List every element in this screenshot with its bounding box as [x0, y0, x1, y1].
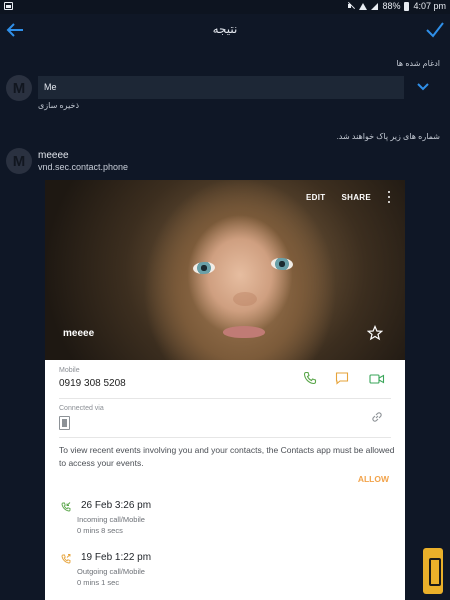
merged-section-label: ادغام شده ها — [396, 59, 440, 68]
divider — [59, 398, 391, 399]
incoming-call-icon — [61, 502, 71, 512]
status-icons: 88% 4:07 pm — [347, 1, 446, 11]
message-button[interactable] — [335, 371, 351, 385]
link-icon — [372, 412, 382, 422]
call-button[interactable] — [303, 371, 319, 385]
permission-notice: To view recent events involving you and … — [59, 445, 395, 468]
call-log-duration: 0 mins 8 secs — [77, 526, 123, 535]
phone-icon — [303, 371, 317, 385]
clock: 4:07 pm — [413, 1, 446, 11]
merged-name-field[interactable]: Me — [38, 76, 404, 99]
video-icon — [369, 374, 385, 384]
share-button[interactable]: SHARE — [341, 193, 371, 202]
avatar: M — [6, 75, 32, 101]
mute-icon — [347, 2, 355, 10]
message-icon — [335, 372, 349, 385]
edit-button[interactable]: EDIT — [306, 193, 325, 202]
call-log-time: 19 Feb 1:22 pm — [81, 552, 152, 563]
photo-actions: EDIT SHARE — [306, 191, 391, 203]
done-button[interactable] — [423, 18, 447, 42]
chevron-down-icon — [417, 83, 429, 91]
more-options-icon[interactable] — [387, 191, 391, 203]
page-title: نتیجه — [212, 22, 238, 36]
video-call-button[interactable] — [369, 372, 385, 386]
mobile-label: Mobile — [59, 367, 80, 374]
delete-section-label: شماره های زیر پاک خواهند شد. — [336, 132, 440, 141]
call-log-type: Incoming call/Mobile — [77, 515, 145, 524]
connected-via-label: Connected via — [59, 405, 104, 412]
contact-source: vnd.sec.contact.phone — [38, 162, 129, 172]
save-label: ذخیره سازی — [38, 101, 80, 110]
app-bar: نتیجه — [0, 14, 450, 50]
battery-icon — [404, 1, 410, 11]
battery-percent: 88% — [382, 1, 401, 11]
star-icon — [366, 324, 384, 341]
call-log-type: Outgoing call/Mobile — [77, 567, 145, 576]
call-log-duration: 0 mins 1 sec — [77, 578, 120, 587]
phone-number[interactable]: 0919 308 5208 — [59, 378, 126, 389]
expand-button[interactable] — [413, 80, 433, 94]
contact-card: EDIT SHARE meeee Mobile 0919 308 5208 Co… — [45, 180, 405, 600]
outgoing-call-icon — [61, 554, 71, 564]
check-icon — [426, 22, 444, 38]
avatar: M — [6, 148, 32, 174]
favorite-button[interactable] — [366, 324, 384, 341]
call-log-time: 26 Feb 3:26 pm — [81, 500, 152, 511]
link-button[interactable] — [371, 410, 383, 422]
card-contact-name: meeee — [63, 328, 95, 339]
tablet-icon — [59, 416, 70, 430]
wifi-icon — [359, 2, 368, 10]
contact-photo: EDIT SHARE meeee — [45, 180, 405, 360]
divider — [59, 437, 391, 438]
signal-icon — [371, 2, 379, 10]
allow-button[interactable]: ALLOW — [358, 474, 389, 484]
gallery-notification-icon — [4, 2, 13, 10]
scroll-handle[interactable] — [423, 548, 443, 594]
contact-name: meeee — [38, 150, 69, 161]
status-bar: 88% 4:07 pm — [0, 0, 450, 14]
